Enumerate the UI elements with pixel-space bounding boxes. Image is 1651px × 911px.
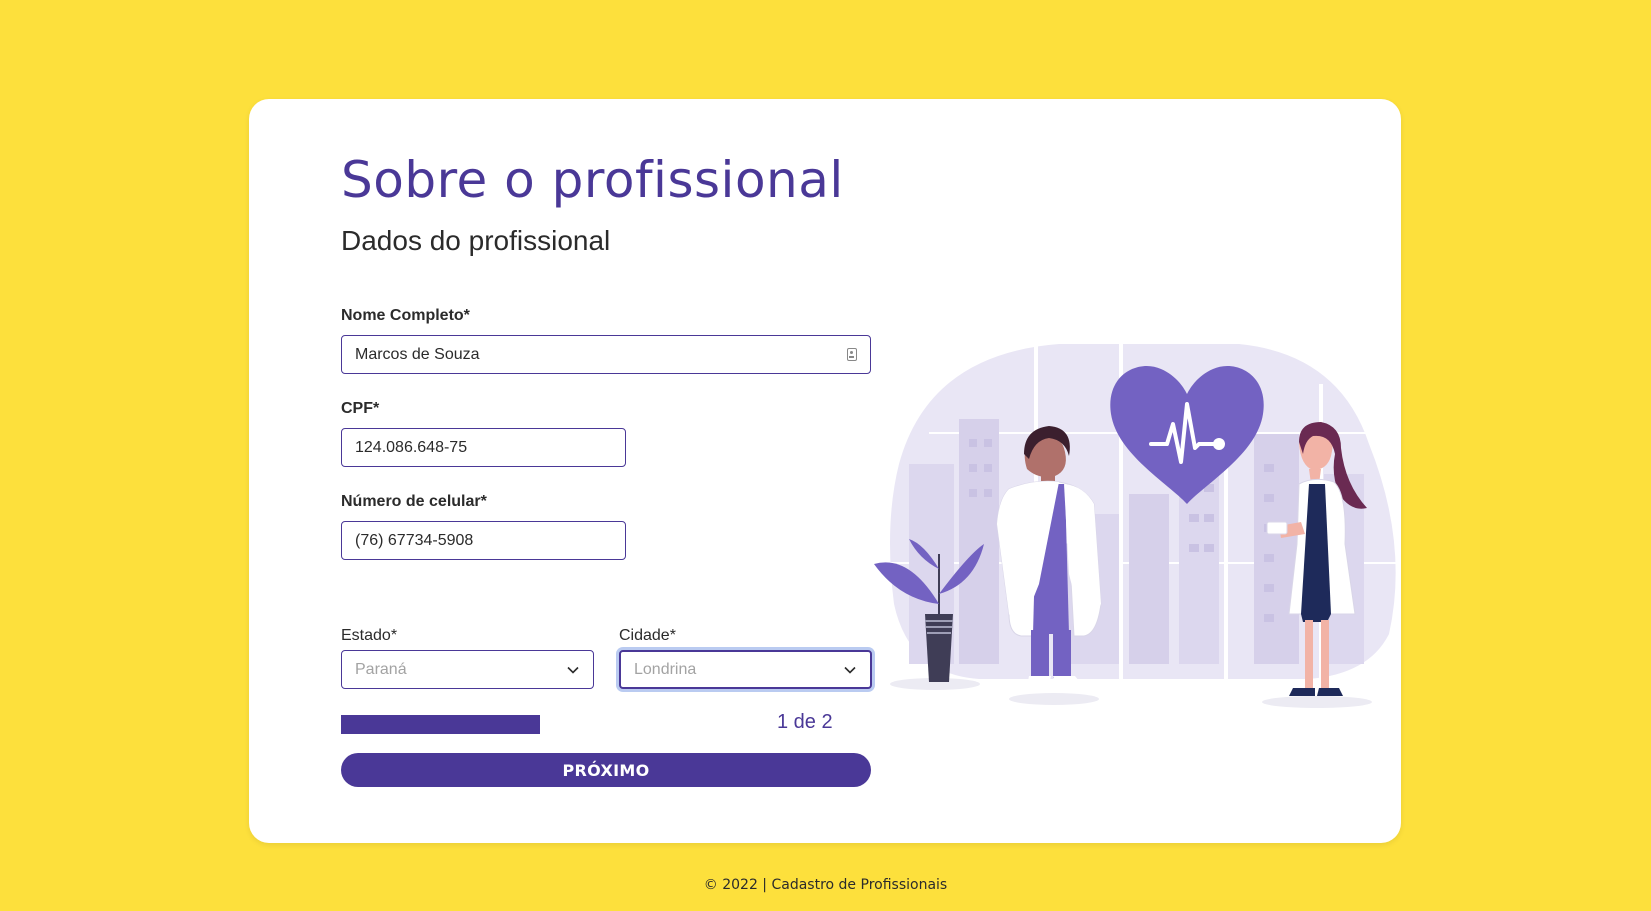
step-indicator: 1 de 2 (777, 711, 833, 733)
cidade-label: Cidade* (619, 627, 676, 644)
doctors-heart-illustration (874, 344, 1401, 708)
cpf-label: CPF* (341, 400, 380, 417)
celular-input[interactable]: (76) 67734-5908 (341, 521, 626, 560)
form-card: Sobre o profissional Dados do profission… (249, 99, 1401, 843)
section-subtitle: Dados do profissional (341, 225, 611, 256)
cidade-select[interactable]: Londrina (619, 650, 872, 689)
chevron-down-icon (567, 666, 579, 674)
celular-value: (76) 67734-5908 (355, 531, 474, 549)
page-title: Sobre o profissional (341, 151, 844, 209)
progress-bar (341, 715, 540, 734)
next-button[interactable]: PRÓXIMO (341, 753, 871, 787)
estado-value: Paraná (355, 660, 407, 678)
nome-value: Marcos de Souza (355, 345, 480, 363)
cidade-value: Londrina (634, 660, 697, 678)
contact-card-icon[interactable] (847, 348, 857, 361)
cpf-input[interactable]: 124.086.648-75 (341, 428, 626, 467)
nome-label: Nome Completo* (341, 307, 470, 324)
celular-label: Número de celular* (341, 493, 487, 510)
nome-input[interactable]: Marcos de Souza (341, 335, 871, 374)
estado-label: Estado* (341, 627, 398, 644)
chevron-down-icon (844, 666, 856, 674)
footer-copyright: © 2022 | Cadastro de Profissionais (703, 877, 948, 893)
estado-select[interactable]: Paraná (341, 650, 594, 689)
cpf-value: 124.086.648-75 (355, 438, 468, 456)
